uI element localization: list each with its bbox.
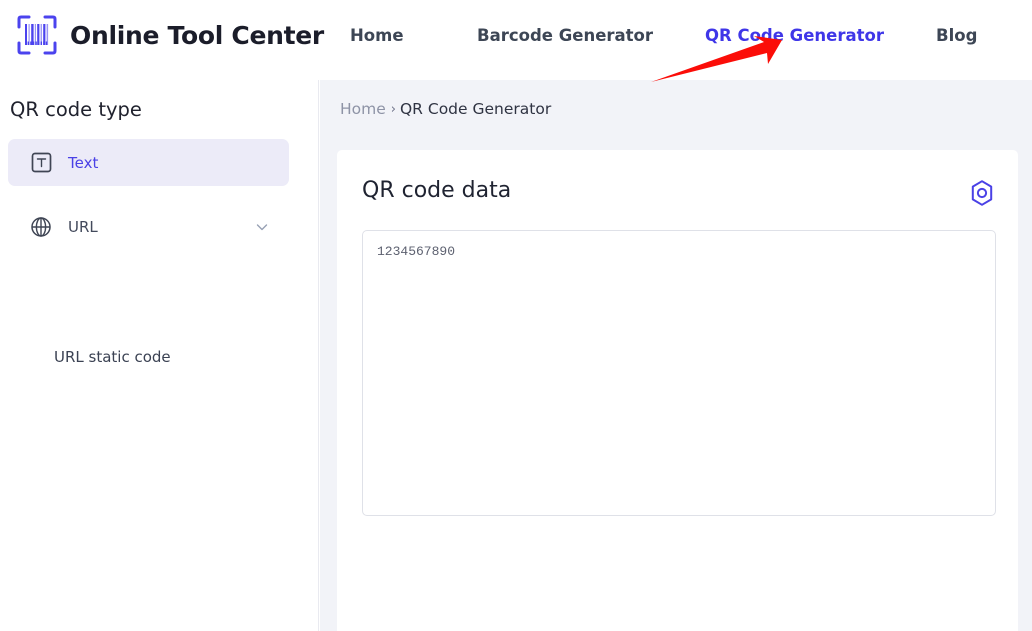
nav-item-home[interactable]: Home (350, 26, 404, 45)
card-title: QR code data (362, 178, 512, 203)
breadcrumb: Home › QR Code Generator (340, 100, 551, 118)
sidebar-title: QR code type (10, 98, 142, 121)
sidebar-item-text[interactable]: Text (8, 139, 289, 186)
chevron-down-icon[interactable] (255, 220, 269, 234)
sidebar: QR code type Text URL URL static code (0, 80, 319, 631)
sidebar-subitem-url-static-code[interactable]: URL static code (54, 348, 171, 366)
sidebar-item-url[interactable]: URL (8, 203, 289, 250)
breadcrumb-current: QR Code Generator (399, 100, 552, 118)
content-area: Home › QR Code Generator QR code data (320, 80, 1032, 631)
nav-item-qr-code-generator[interactable]: QR Code Generator (705, 26, 884, 45)
breadcrumb-separator-icon: › (390, 101, 396, 117)
hexagon-target-icon[interactable] (967, 178, 997, 208)
brand[interactable]: Online Tool Center (16, 14, 324, 56)
breadcrumb-home[interactable]: Home (340, 100, 386, 118)
main-nav: Home Barcode Generator QR Code Generator… (320, 0, 1032, 80)
nav-item-blog[interactable]: Blog (936, 26, 977, 45)
page-root: Online Tool Center Home Barcode Generato… (0, 0, 1032, 631)
sidebar-item-label: Text (68, 153, 99, 172)
nav-item-barcode-generator[interactable]: Barcode Generator (477, 26, 653, 45)
qr-code-data-card: QR code data (337, 150, 1018, 631)
site-header: Online Tool Center Home Barcode Generato… (0, 0, 1032, 80)
brand-name: Online Tool Center (70, 20, 324, 50)
globe-icon (30, 216, 52, 238)
text-box-icon (30, 152, 52, 174)
barcode-scanner-icon (17, 15, 57, 55)
qr-code-data-input[interactable] (362, 230, 996, 516)
sidebar-item-label: URL (68, 217, 98, 236)
